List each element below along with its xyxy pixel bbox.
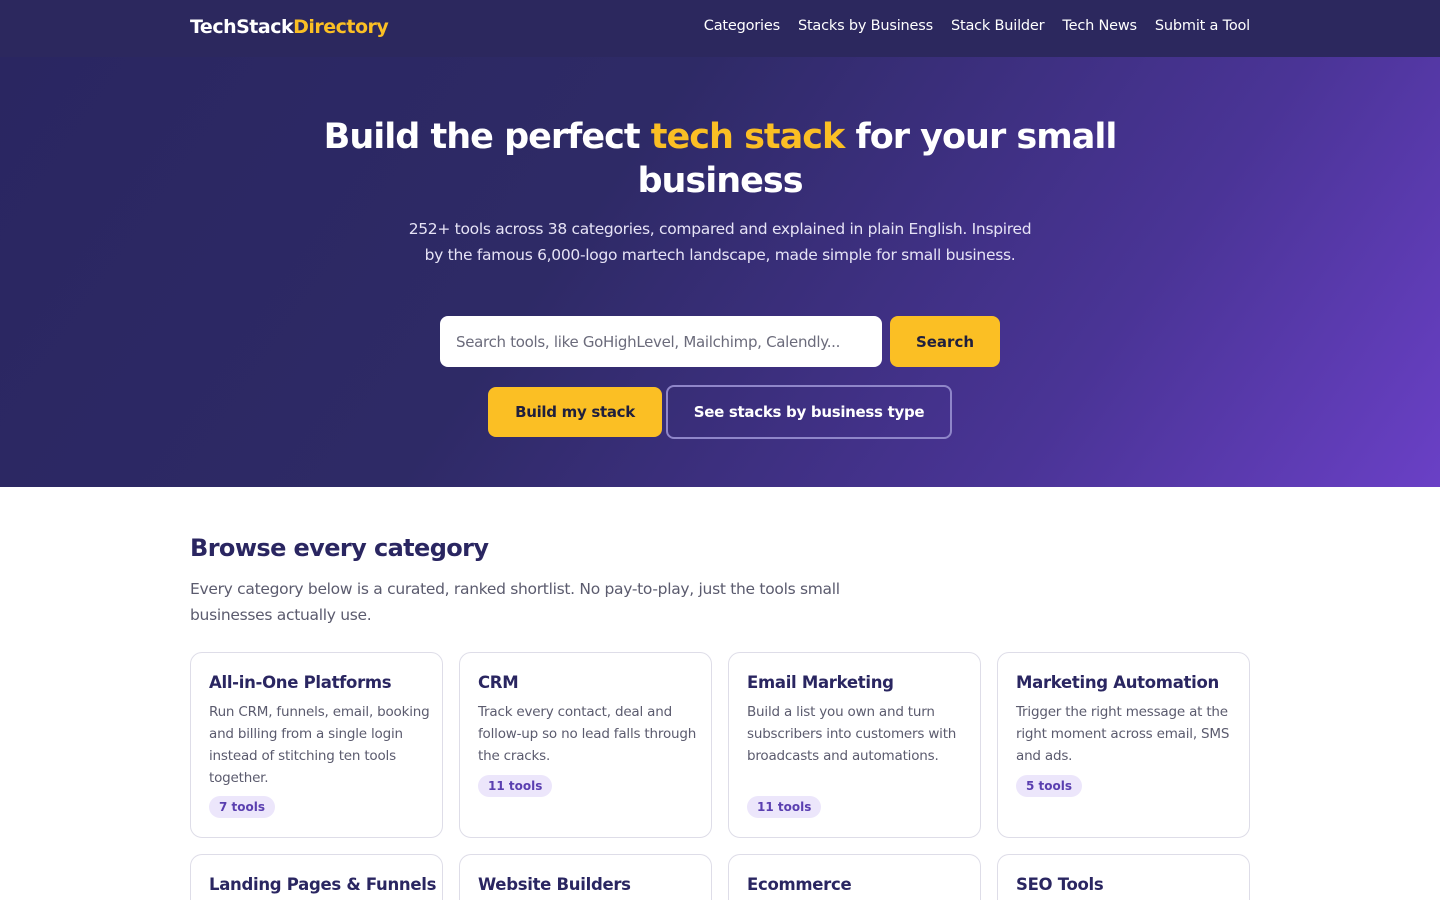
hero-title-accent: tech stack [650, 117, 846, 157]
top-nav: TechStackDirectory Categories Stacks by … [0, 0, 1440, 57]
category-card-title: Marketing Automation [1016, 673, 1219, 692]
nav-link-stacks-by-business[interactable]: Stacks by Business [798, 18, 933, 34]
hero-title: Build the perfect tech stack for your sm… [320, 115, 1120, 203]
hero-section: Build the perfect tech stack for your sm… [0, 57, 1440, 487]
category-card-ecommerce[interactable]: Ecommerce [728, 854, 981, 900]
hero-subtitle: 252+ tools across 38 categories, compare… [408, 220, 1032, 264]
category-card-all-in-one[interactable]: All-in-One Platforms Run CRM, funnels, e… [190, 652, 443, 838]
category-card-title: Ecommerce [747, 875, 852, 894]
category-card-title: SEO Tools [1016, 875, 1104, 894]
categories-section-subtitle: Every category below is a curated, ranke… [190, 580, 840, 624]
category-card-email-marketing[interactable]: Email Marketing Build a list you own and… [728, 652, 981, 838]
category-card-title: Landing Pages & Funnels [209, 875, 437, 894]
nav-link-stack-builder[interactable]: Stack Builder [951, 18, 1045, 34]
tool-count-badge: 11 tools [478, 775, 553, 797]
category-card-title: CRM [478, 673, 519, 692]
category-card-title: Email Marketing [747, 673, 894, 692]
categories-section-title: Browse every category [190, 534, 489, 562]
tool-count-badge: 5 tools [1016, 775, 1083, 797]
hero-title-part1: Build the perfect [323, 117, 651, 157]
logo-main: TechStack [190, 16, 294, 38]
category-card-desc: Run CRM, funnels, email, booking and bil… [209, 704, 430, 786]
category-card-desc: Trigger the right message at the right m… [1016, 704, 1230, 764]
category-card-crm[interactable]: CRM Track every contact, deal and follow… [459, 652, 712, 838]
nav-links: Categories Stacks by Business Stack Buil… [704, 18, 1250, 34]
category-card-title: All-in-One Platforms [209, 673, 392, 692]
category-card-marketing-automation[interactable]: Marketing Automation Trigger the right m… [997, 652, 1250, 838]
nav-link-categories[interactable]: Categories [704, 18, 780, 34]
category-card-title: Website Builders [478, 875, 631, 894]
category-card-seo-tools[interactable]: SEO Tools [997, 854, 1250, 900]
site-logo[interactable]: TechStackDirectory [190, 16, 389, 38]
build-my-stack-button[interactable]: Build my stack [488, 387, 662, 437]
category-card-landing-pages[interactable]: Landing Pages & Funnels [190, 854, 443, 900]
tool-count-badge: 11 tools [747, 796, 822, 818]
stacks-by-business-type-button[interactable]: See stacks by business type [666, 385, 952, 439]
category-card-website-builders[interactable]: Website Builders [459, 854, 712, 900]
tool-count-badge: 7 tools [209, 796, 276, 818]
category-card-desc: Build a list you own and turn subscriber… [747, 704, 957, 764]
search-input[interactable] [440, 316, 882, 367]
nav-link-submit-tool[interactable]: Submit a Tool [1155, 18, 1250, 34]
category-card-desc: Track every contact, deal and follow-up … [478, 704, 697, 764]
nav-link-tech-news[interactable]: Tech News [1062, 18, 1137, 34]
logo-accent: Directory [293, 16, 389, 38]
search-button[interactable]: Search [890, 316, 1000, 367]
